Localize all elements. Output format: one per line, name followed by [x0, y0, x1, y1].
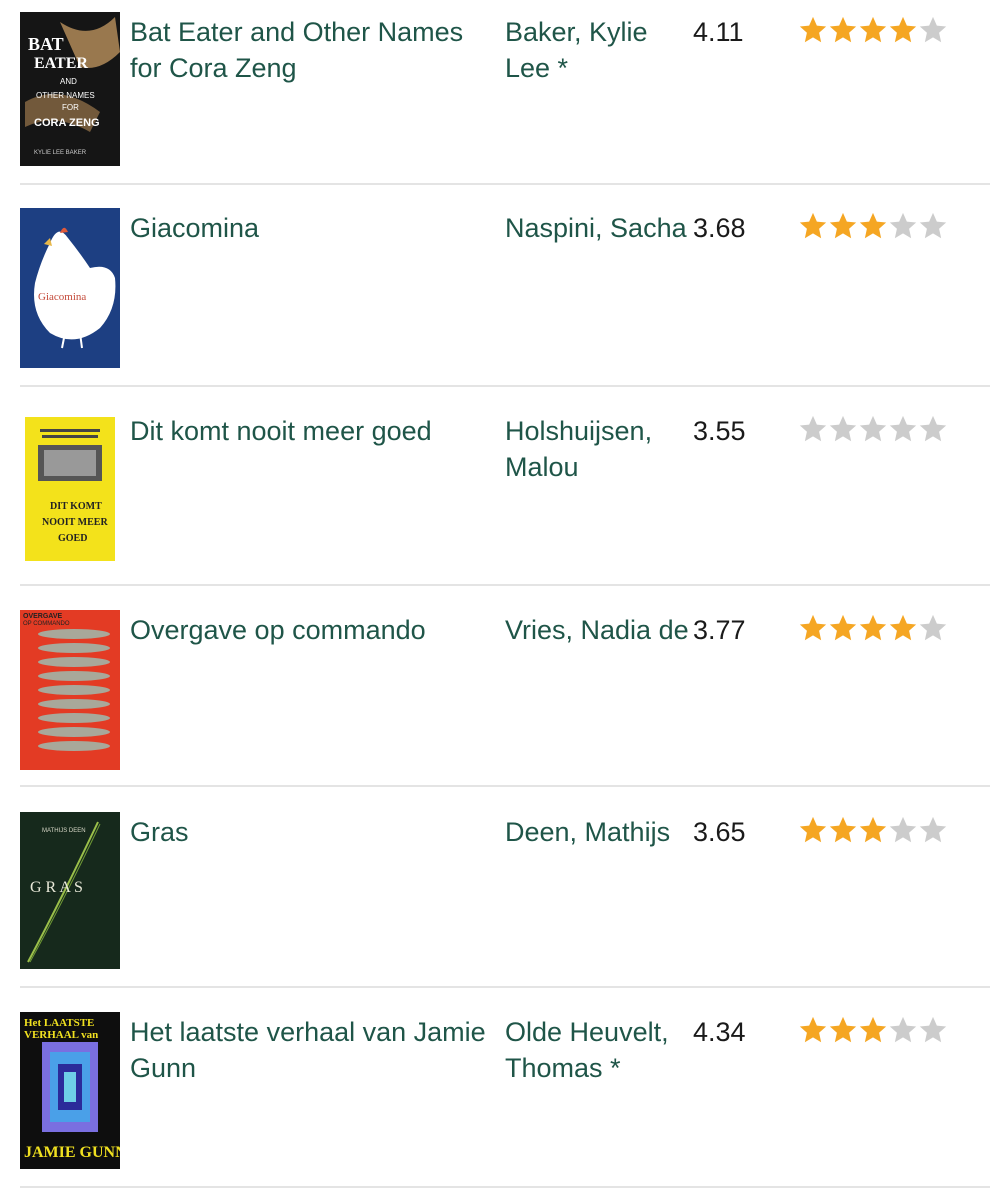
star-filled-icon[interactable]: [828, 812, 858, 848]
star-empty-icon[interactable]: [828, 411, 858, 447]
star-empty-icon[interactable]: [918, 1012, 948, 1048]
star-empty-icon[interactable]: [888, 208, 918, 244]
cover-text: Giacomina: [38, 291, 86, 303]
star-filled-icon[interactable]: [858, 1012, 888, 1048]
cover-text: OP COMMANDO: [23, 621, 70, 627]
row-divider: [20, 785, 990, 787]
star-filled-icon[interactable]: [858, 12, 888, 48]
cover-text: JAMIE GUNN: [24, 1144, 120, 1161]
book-author[interactable]: Naspini, Sacha: [505, 210, 690, 246]
star-filled-icon[interactable]: [828, 610, 858, 646]
book-row: MATHIJS DEEN G R A S Gras Deen, Mathijs …: [20, 812, 990, 988]
star-filled-icon[interactable]: [828, 1012, 858, 1048]
star-filled-icon[interactable]: [798, 812, 828, 848]
star-empty-icon[interactable]: [918, 411, 948, 447]
cover-text: AND: [60, 77, 77, 86]
book-author[interactable]: Baker, Kylie Lee *: [505, 14, 690, 86]
average-rating: 4.34: [693, 1017, 746, 1047]
star-empty-icon[interactable]: [858, 411, 888, 447]
star-filled-icon[interactable]: [798, 1012, 828, 1048]
cover-text: DIT KOMT: [50, 501, 102, 512]
user-rating-stars[interactable]: [798, 411, 948, 447]
cover-text: VERHAAL van: [24, 1029, 98, 1041]
star-empty-icon[interactable]: [798, 411, 828, 447]
average-rating: 3.68: [693, 213, 746, 243]
row-divider: [20, 385, 990, 387]
book-row: OVERGAVE OP COMMANDO Overgave op command…: [20, 610, 990, 788]
book-title[interactable]: Dit komt nooit meer goed: [130, 413, 500, 449]
average-rating: 4.11: [693, 17, 744, 47]
row-divider: [20, 986, 990, 988]
star-filled-icon[interactable]: [798, 12, 828, 48]
book-row: DIT KOMT NOOIT MEER GOED Dit komt nooit …: [20, 411, 990, 587]
star-filled-icon[interactable]: [858, 610, 888, 646]
user-rating-stars[interactable]: [798, 208, 948, 244]
cover-text: NOOIT MEER: [42, 517, 108, 528]
book-title[interactable]: Gras: [130, 814, 500, 850]
star-filled-icon[interactable]: [858, 208, 888, 244]
cover-text: FOR: [62, 103, 79, 112]
cover-text: CORA ZENG: [34, 117, 100, 129]
star-filled-icon[interactable]: [798, 610, 828, 646]
book-title[interactable]: Giacomina: [130, 210, 500, 246]
star-filled-icon[interactable]: [858, 812, 888, 848]
user-rating-stars[interactable]: [798, 12, 948, 48]
cover-text: Het LAATSTE: [24, 1017, 94, 1029]
book-cover[interactable]: Giacomina: [20, 208, 120, 368]
book-title[interactable]: Overgave op commando: [130, 612, 500, 648]
book-cover[interactable]: MATHIJS DEEN G R A S: [20, 812, 120, 969]
average-rating: 3.55: [693, 416, 746, 446]
book-cover[interactable]: Het LAATSTE VERHAAL van JAMIE GUNN: [20, 1012, 120, 1169]
book-author[interactable]: Deen, Mathijs: [505, 814, 690, 850]
book-cover[interactable]: BAT EATER AND OTHER NAMES FOR CORA ZENG …: [20, 12, 120, 166]
cover-text: G R A S: [30, 879, 83, 896]
book-cover[interactable]: OVERGAVE OP COMMANDO: [20, 610, 120, 770]
star-filled-icon[interactable]: [888, 12, 918, 48]
book-title[interactable]: Bat Eater and Other Names for Cora Zeng: [130, 14, 500, 86]
star-filled-icon[interactable]: [798, 208, 828, 244]
cover-text: OVERGAVE: [23, 613, 62, 620]
user-rating-stars[interactable]: [798, 610, 948, 646]
cover-text: OTHER NAMES: [36, 91, 95, 100]
star-empty-icon[interactable]: [888, 812, 918, 848]
star-filled-icon[interactable]: [888, 610, 918, 646]
star-empty-icon[interactable]: [918, 12, 948, 48]
star-empty-icon[interactable]: [918, 812, 948, 848]
book-author[interactable]: Vries, Nadia de: [505, 612, 690, 648]
cover-text: GOED: [58, 533, 87, 544]
book-author[interactable]: Olde Heuvelt, Thomas *: [505, 1014, 690, 1086]
book-author[interactable]: Holshuijsen, Malou: [505, 413, 690, 485]
row-divider: [20, 584, 990, 586]
user-rating-stars[interactable]: [798, 812, 948, 848]
book-row: BAT EATER AND OTHER NAMES FOR CORA ZENG …: [20, 12, 990, 187]
book-row: Het LAATSTE VERHAAL van JAMIE GUNN Het l…: [20, 1012, 990, 1190]
cover-text: KYLIE LEE BAKER: [34, 150, 87, 156]
star-filled-icon[interactable]: [828, 208, 858, 244]
book-row: Giacomina Giacomina Naspini, Sacha 3.68: [20, 208, 990, 388]
book-cover[interactable]: DIT KOMT NOOIT MEER GOED: [20, 417, 120, 561]
average-rating: 3.65: [693, 817, 746, 847]
book-title[interactable]: Het laatste verhaal van Jamie Gunn: [130, 1014, 500, 1086]
star-empty-icon[interactable]: [918, 208, 948, 244]
star-empty-icon[interactable]: [888, 411, 918, 447]
star-empty-icon[interactable]: [918, 610, 948, 646]
user-rating-stars[interactable]: [798, 1012, 948, 1048]
cover-text: MATHIJS DEEN: [42, 828, 86, 834]
star-filled-icon[interactable]: [828, 12, 858, 48]
star-empty-icon[interactable]: [888, 1012, 918, 1048]
cover-text: BAT: [28, 34, 64, 54]
cover-text: EATER: [34, 55, 88, 72]
row-divider: [20, 183, 990, 185]
row-divider: [20, 1186, 990, 1188]
average-rating: 3.77: [693, 615, 746, 645]
